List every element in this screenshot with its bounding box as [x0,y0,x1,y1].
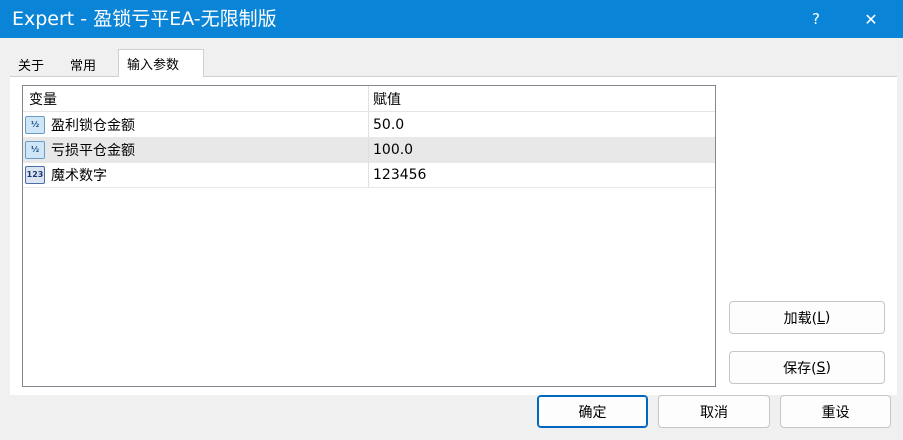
window-title: Expert - 盈锁亏平EA-无限制版 [12,8,277,30]
cancel-button[interactable]: 取消 [658,395,770,428]
load-button[interactable]: 加载(L) [729,301,885,334]
param-value-cell[interactable]: 100.0 [369,137,715,162]
save-accelerator-key: S [816,359,826,376]
param-value-cell[interactable]: 123456 [369,162,715,187]
table-row[interactable]: ½ 盈利锁仓金额 50.0 [23,112,715,138]
param-name-cell[interactable]: ½ 亏损平仓金额 [23,137,369,162]
tab-inputs[interactable]: 输入参数 [118,49,204,77]
title-bar: Expert - 盈锁亏平EA-无限制版 ? ✕ [0,0,903,38]
reset-button[interactable]: 重设 [780,395,891,428]
load-button-suffix: ) [824,309,831,326]
double-type-icon: ½ [25,115,45,134]
double-type-icon: ½ [25,140,45,159]
param-name: 魔术数字 [51,167,107,184]
tab-common[interactable]: 常用 [62,53,118,76]
table-row[interactable]: 123 魔术数字 123456 [23,162,715,188]
tab-about[interactable]: 关于 [10,53,62,76]
param-name-cell[interactable]: ½ 盈利锁仓金额 [23,112,369,137]
parameter-grid: 变量 赋值 ½ 盈利锁仓金额 50.0 ½ 亏损平仓金额 100.0 123 魔… [22,85,716,387]
save-button-suffix: ) [825,359,831,376]
param-value-cell[interactable]: 50.0 [369,112,715,137]
close-button[interactable]: ✕ [848,0,894,38]
grid-header: 变量 赋值 [23,86,715,112]
column-header-value[interactable]: 赋值 [369,86,715,111]
load-button-label: 加载( [783,310,818,327]
save-button[interactable]: 保存(S) [729,351,885,384]
load-accelerator-key: L [817,309,825,326]
param-name-cell[interactable]: 123 魔术数字 [23,162,369,187]
param-name: 盈利锁仓金额 [51,117,135,134]
column-header-variable[interactable]: 变量 [23,86,369,111]
ok-button[interactable]: 确定 [537,395,648,428]
param-name: 亏损平仓金额 [51,142,135,159]
integer-type-icon: 123 [25,165,45,184]
help-button[interactable]: ? [793,0,839,38]
table-row-selected[interactable]: ½ 亏损平仓金额 100.0 [23,137,715,163]
save-button-label: 保存( [783,360,817,377]
